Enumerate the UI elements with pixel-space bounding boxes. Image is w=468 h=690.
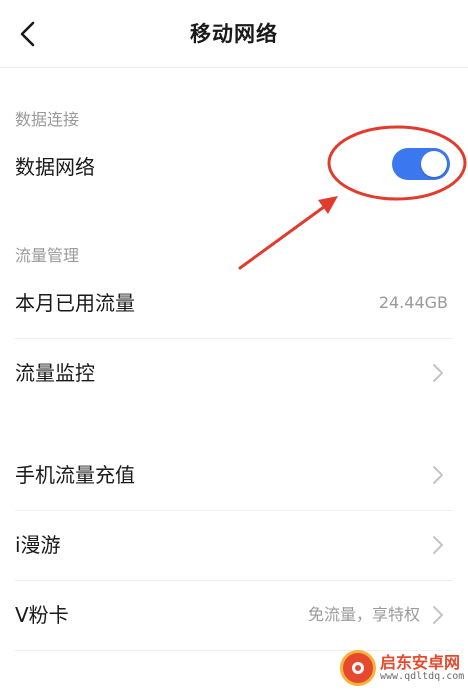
data-network-row: 数据网络 xyxy=(0,132,468,202)
data-network-toggle[interactable] xyxy=(392,148,450,180)
vcard-label: V粉卡 xyxy=(15,603,69,627)
chevron-right-icon xyxy=(433,466,443,484)
mobile-recharge-row[interactable]: 手机流量充值 xyxy=(0,440,468,510)
watermark-url: www.qdltdq.com xyxy=(380,671,465,683)
section-header-data-connection: 数据连接 xyxy=(15,110,80,129)
annotation-arrow-line xyxy=(238,202,330,270)
chevron-right-icon xyxy=(433,536,443,554)
vcard-value: 免流量，享特权 xyxy=(307,605,420,624)
iroaming-label: i漫游 xyxy=(15,533,61,557)
monthly-usage-label: 本月已用流量 xyxy=(15,291,135,315)
watermark: 启东安卓网 www.qdltdq.com xyxy=(340,646,468,690)
section-header-traffic-management: 流量管理 xyxy=(15,246,80,265)
monthly-usage-value: 24.44GB xyxy=(378,293,448,312)
traffic-monitor-row[interactable]: 流量监控 xyxy=(0,338,468,408)
toggle-knob xyxy=(421,151,447,177)
page-title: 移动网络 xyxy=(190,22,278,46)
mobile-recharge-label: 手机流量充值 xyxy=(15,463,135,487)
chevron-right-icon xyxy=(433,606,443,624)
watermark-logo-icon xyxy=(340,650,376,686)
chevron-right-icon xyxy=(433,364,443,382)
watermark-title: 启东安卓网 xyxy=(380,652,461,672)
iroaming-row[interactable]: i漫游 xyxy=(0,510,468,580)
traffic-monitor-label: 流量监控 xyxy=(15,361,95,385)
monthly-usage-row[interactable]: 本月已用流量 24.44GB xyxy=(0,268,468,338)
header-bar: 移动网络 xyxy=(0,0,468,68)
data-network-label: 数据网络 xyxy=(15,155,95,179)
vcard-row[interactable]: V粉卡 免流量，享特权 xyxy=(0,580,468,650)
